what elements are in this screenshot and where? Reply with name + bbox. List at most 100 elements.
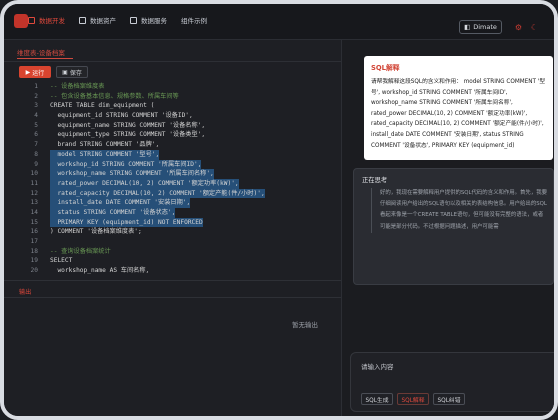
thinking-title[interactable]: 正在思考 — [362, 175, 387, 184]
nav-item-data-dev[interactable]: 数据开发 — [28, 15, 65, 25]
line-number: 8 — [34, 150, 38, 158]
code-line[interactable]: 19 SELECT — [4, 256, 341, 266]
card-body: 请帮我解释这段SQL的含义和作用： model STRING COMMENT '… — [371, 79, 546, 149]
code-line[interactable]: 12 rated_capacity DECIMAL(10, 2) COMMENT… — [4, 188, 341, 199]
line-number: 16 — [30, 228, 38, 236]
line-number: 1 — [34, 83, 38, 90]
code-line[interactable]: 18 -- 查询设备档案统计 — [4, 247, 341, 257]
code-line[interactable]: 8 model STRING COMMENT '型号', — [4, 149, 341, 160]
database-icon — [79, 16, 86, 24]
line-number: 2 — [34, 92, 38, 100]
code-text: brand STRING COMMENT '品牌', — [50, 141, 160, 149]
chat-placeholder: 请输入内容 — [361, 363, 394, 371]
chip-sql-explain[interactable]: SQL解释 — [397, 393, 429, 405]
code-text: workshop_name STRING COMMENT '所属车间名称', — [50, 169, 214, 179]
line-number: 18 — [30, 247, 38, 255]
code-text: equipment_type STRING COMMENT '设备类型', — [50, 131, 206, 139]
code-line[interactable]: 11 rated_power DECIMAL(10, 2) COMMENT '额… — [4, 178, 341, 189]
line-number: 13 — [30, 199, 38, 207]
code-line[interactable]: 16 ) COMMENT '设备档案维度表'; — [4, 227, 341, 237]
line-number: 15 — [30, 218, 38, 226]
code-text: -- 包含设备基本信息、规格参数、所属车间等 — [50, 92, 179, 100]
editor-tabs: 维度表-设备档案 — [4, 40, 341, 62]
line-number: 12 — [30, 189, 38, 197]
tab-equipment-dim[interactable]: 维度表-设备档案 — [17, 47, 65, 57]
code-line[interactable]: 6 equipment_type STRING COMMENT '设备类型', — [4, 130, 341, 140]
code-text: equipment_id STRING COMMENT '设备ID', — [50, 112, 193, 120]
code-text: equipment_name STRING COMMENT '设备名称', — [50, 121, 206, 129]
code-text: SELECT — [50, 257, 73, 265]
save-icon: ▣ — [62, 68, 68, 76]
editor-panel: 维度表-设备档案 ▶ 运行 ▣ 保存 1 -- 设备档案维度表 2 -- 包含设备基本信息… — [4, 40, 341, 416]
play-icon: ▶ — [25, 68, 31, 76]
code-line[interactable]: 2 -- 包含设备基本信息、规格参数、所属车间等 — [4, 92, 341, 102]
palette-icon: ◧ — [464, 23, 471, 31]
theme-button[interactable]: ◧ Dimate — [459, 20, 502, 34]
nav-item-data-assets[interactable]: 数据资产 — [79, 15, 116, 25]
thinking-block: 正在思考 好的，我现在需要解释用户提供的SQL代码的含义和作用。首先，我要仔细阅… — [353, 168, 554, 285]
code-line[interactable]: 9 workshop_id STRING COMMENT '所属车间ID', — [4, 159, 341, 170]
assistant-panel: SQL解释 请帮我解释这段SQL的含义和作用： model STRING COM… — [341, 40, 558, 416]
app-window: 数据开发 数据资产 数据服务 组件示例 ◧ Dimate ⚙ ☾ 维度表-设备档案… — [0, 0, 558, 420]
chip-sql-generate[interactable]: SQL生成 — [361, 393, 393, 405]
code-text: ) COMMENT '设备档案维度表'; — [50, 228, 142, 236]
code-text: rated_capacity DECIMAL(10, 2) COMMENT '额… — [50, 188, 265, 199]
code-line[interactable]: 17 — [4, 237, 341, 247]
top-nav: 数据开发 数据资产 数据服务 组件示例 ◧ Dimate ⚙ ☾ — [4, 4, 554, 40]
code-editor[interactable]: 1 -- 设备档案维度表 2 -- 包含设备基本信息、规格参数、所属车间等 3 CREAT… — [4, 82, 341, 274]
app-logo — [14, 14, 28, 28]
code-line[interactable]: 5 equipment_name STRING COMMENT '设备名称', — [4, 121, 341, 131]
moon-icon[interactable]: ☾ — [530, 23, 539, 32]
card-title: SQL解释 — [371, 64, 400, 72]
editor-toolbar: ▶ 运行 ▣ 保存 — [4, 62, 341, 80]
code-text: workshop_name AS 车间名称, — [50, 267, 150, 275]
code-text: status STRING COMMENT '设备状态', — [50, 207, 176, 218]
code-line[interactable]: 1 -- 设备档案维度表 — [4, 82, 341, 92]
output-header: 输出 — [4, 280, 341, 298]
line-number: 5 — [34, 121, 38, 129]
code-line[interactable]: 20 workshop_name AS 车间名称, — [4, 266, 341, 276]
line-number: 19 — [30, 257, 38, 265]
line-number: 17 — [30, 238, 38, 245]
code-text: PRIMARY KEY (equipment_id) NOT ENFORCED — [50, 217, 203, 228]
code-line[interactable]: 15 PRIMARY KEY (equipment_id) NOT ENFORC… — [4, 217, 341, 228]
nav-item-components[interactable]: 组件示例 — [181, 15, 207, 25]
code-text: workshop_id STRING COMMENT '所属车间ID', — [50, 159, 202, 170]
code-text: -- 设备档案维度表 — [50, 83, 105, 90]
thinking-body: 好的，我现在需要解释用户提供的SQL代码的含义和作用。首先，我要仔细阅读用户给出… — [371, 188, 547, 233]
code-line[interactable]: 3 CREATE TABLE dim_equipment ( — [4, 101, 341, 111]
send-button[interactable] — [554, 381, 558, 395]
main-menu: 数据开发 数据资产 数据服务 组件示例 — [28, 15, 221, 25]
line-number: 14 — [30, 208, 38, 216]
user-message-card: SQL解释 请帮我解释这段SQL的含义和作用： model STRING COM… — [364, 56, 553, 160]
nav-item-data-service[interactable]: 数据服务 — [130, 15, 167, 25]
code-text: model STRING COMMENT '型号', — [50, 149, 160, 160]
run-button[interactable]: ▶ 运行 — [19, 66, 51, 78]
output-tab[interactable]: 输出 — [19, 287, 31, 296]
code-line[interactable]: 14 status STRING COMMENT '设备状态', — [4, 207, 341, 218]
code-line[interactable]: 10 workshop_name STRING COMMENT '所属车间名称'… — [4, 169, 341, 179]
code-icon — [28, 16, 35, 24]
line-number: 10 — [30, 170, 38, 178]
service-icon — [130, 16, 137, 24]
line-number: 9 — [34, 160, 38, 168]
line-number: 6 — [34, 131, 38, 139]
line-number: 3 — [34, 102, 38, 110]
code-line[interactable]: 7 brand STRING COMMENT '品牌', — [4, 140, 341, 150]
code-text: CREATE TABLE dim_equipment ( — [50, 102, 155, 110]
line-number: 4 — [34, 112, 38, 120]
line-number: 7 — [34, 141, 38, 149]
active-tab-indicator — [17, 58, 73, 59]
line-number: 20 — [30, 267, 38, 275]
settings-icon[interactable]: ⚙ — [514, 23, 523, 32]
chip-sql-fix[interactable]: SQL纠错 — [433, 393, 465, 405]
output-empty-text: 暂无输出 — [292, 321, 318, 329]
code-text: -- 查询设备档案统计 — [50, 247, 111, 255]
code-text: install_date DATE COMMENT '安装日期', — [50, 198, 191, 208]
code-line[interactable]: 13 install_date DATE COMMENT '安装日期', — [4, 198, 341, 208]
code-line[interactable]: 4 equipment_id STRING COMMENT '设备ID', — [4, 111, 341, 121]
code-text: rated_power DECIMAL(10, 2) COMMENT '额定功率… — [50, 178, 239, 189]
line-number: 11 — [30, 179, 38, 187]
chat-input[interactable]: 请输入内容 SQL生成 SQL解释 SQL纠错 — [350, 352, 558, 412]
save-button[interactable]: ▣ 保存 — [56, 66, 88, 78]
